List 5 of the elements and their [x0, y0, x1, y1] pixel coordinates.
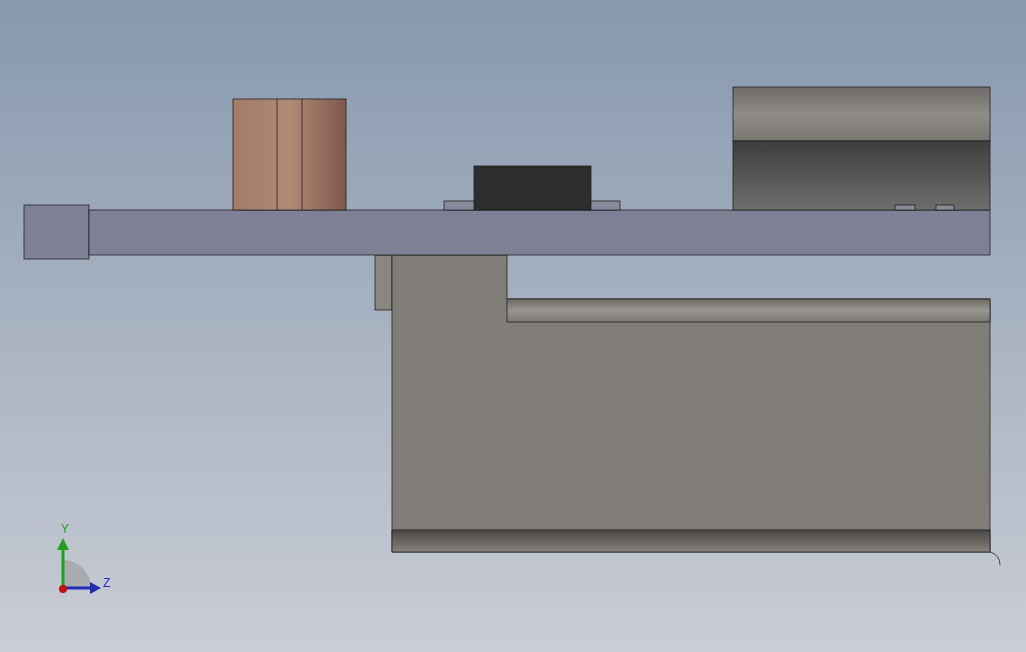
- triad-quadrant-icon: [63, 560, 91, 588]
- origin-dot-icon: [59, 585, 67, 593]
- z-axis-label: Z: [103, 576, 111, 590]
- y-axis-label: Y: [61, 522, 69, 536]
- y-axis-arrow: [57, 538, 69, 588]
